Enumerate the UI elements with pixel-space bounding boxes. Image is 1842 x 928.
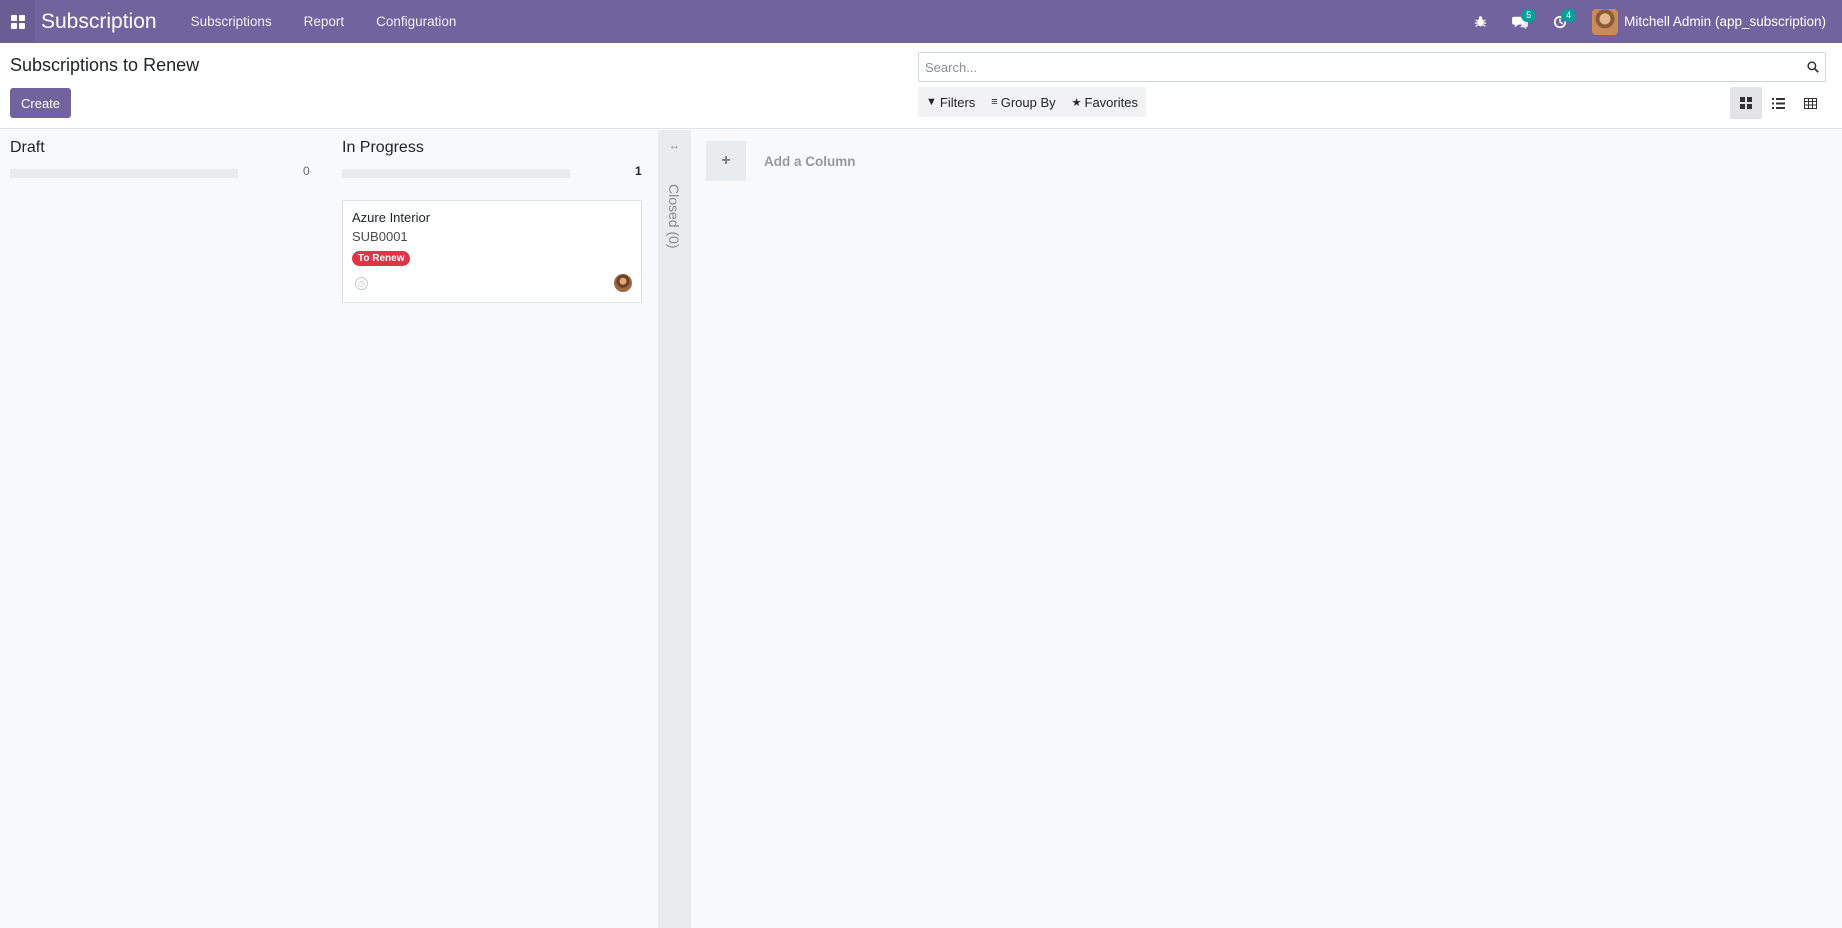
activities-button[interactable]: 4 xyxy=(1540,0,1580,43)
apps-menu-button[interactable] xyxy=(0,0,35,43)
filter-icon: ▼ xyxy=(926,96,937,108)
kanban-board: Draft 0 In Progress 1 Azure Interior SUB… xyxy=(0,130,1842,928)
search-input[interactable] xyxy=(919,53,1801,81)
user-name: Mitchell Admin (app_subscription) xyxy=(1624,14,1826,29)
debug-icon[interactable] xyxy=(1460,0,1500,43)
view-switcher xyxy=(1730,87,1826,119)
list-view-button[interactable] xyxy=(1762,87,1794,119)
app-title[interactable]: Subscription xyxy=(41,10,157,34)
menu-configuration[interactable]: Configuration xyxy=(360,14,472,29)
add-column-label: Add a Column xyxy=(764,153,856,169)
column-progress-bar[interactable] xyxy=(342,169,570,178)
messages-badge: 5 xyxy=(1521,9,1537,22)
bars-icon: ≡ xyxy=(991,96,998,108)
kanban-icon xyxy=(1740,97,1752,109)
list-icon xyxy=(1771,97,1785,109)
unfold-arrows-icon: ↔ xyxy=(669,140,680,152)
star-icon: ★ xyxy=(1071,96,1082,109)
messages-button[interactable]: 5 xyxy=(1500,0,1540,43)
page-title: Subscriptions to Renew xyxy=(10,55,200,75)
groupby-label: Group By xyxy=(1000,94,1056,110)
column-progress-bar[interactable] xyxy=(10,169,238,178)
column-title[interactable]: Draft xyxy=(10,139,45,157)
column-count: 1 xyxy=(635,164,642,178)
folded-column-label: Closed (0) xyxy=(666,184,682,249)
column-count: 0 xyxy=(303,164,310,178)
avatar[interactable] xyxy=(614,274,632,292)
search-bar xyxy=(918,52,1826,82)
search-icon[interactable] xyxy=(1801,61,1825,73)
activity-clock-icon[interactable]: ◷ xyxy=(355,277,368,290)
column-title[interactable]: In Progress xyxy=(342,139,424,157)
table-icon xyxy=(1803,97,1817,109)
status-badge: To Renew xyxy=(352,251,411,266)
filters-button[interactable]: ▼ Filters xyxy=(918,87,983,117)
favorites-label: Favorites xyxy=(1084,94,1138,110)
menu-report[interactable]: Report xyxy=(288,14,361,29)
card-title: Azure Interior xyxy=(352,210,431,225)
user-menu[interactable]: Mitchell Admin (app_subscription) xyxy=(1592,8,1826,35)
add-column-button[interactable]: + Add a Column xyxy=(706,141,856,181)
apps-grid-icon xyxy=(10,14,25,29)
favorites-button[interactable]: ★ Favorites xyxy=(1064,87,1146,117)
create-button[interactable]: Create xyxy=(10,88,72,118)
kanban-column-closed-folded[interactable]: ↔ Closed (0) xyxy=(658,130,691,928)
kanban-card[interactable]: Azure Interior SUB0001 To Renew ◷ xyxy=(342,200,642,303)
card-reference: SUB0001 xyxy=(352,229,408,244)
groupby-button[interactable]: ≡ Group By xyxy=(983,87,1063,117)
pivot-view-button[interactable] xyxy=(1794,87,1826,119)
avatar xyxy=(1592,8,1619,35)
filters-label: Filters xyxy=(939,94,976,110)
activities-badge: 4 xyxy=(1561,9,1577,22)
control-panel: Subscriptions to Renew Create ▼ Filters … xyxy=(0,43,1842,129)
search-options: ▼ Filters ≡ Group By ★ Favorites xyxy=(918,87,1146,117)
kanban-view-button[interactable] xyxy=(1730,87,1762,119)
plus-icon: + xyxy=(706,141,746,181)
top-navbar: Subscription Subscriptions Report Config… xyxy=(0,0,1842,43)
menu-subscriptions[interactable]: Subscriptions xyxy=(175,14,288,29)
